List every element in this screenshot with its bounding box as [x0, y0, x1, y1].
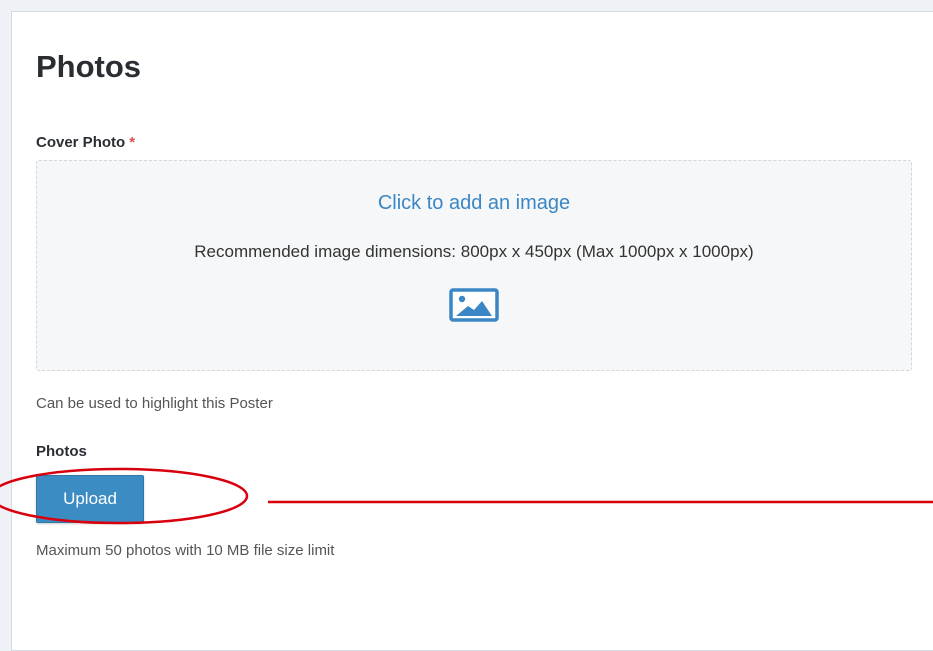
- photos-label: Photos: [36, 443, 87, 460]
- upload-button[interactable]: Upload: [36, 475, 144, 523]
- photos-help-text: Maximum 50 photos with 10 MB file size l…: [36, 542, 335, 559]
- page-title: Photos: [36, 49, 142, 84]
- cover-photo-label: Cover Photo *: [36, 134, 135, 152]
- cover-photo-label-text: Cover Photo: [36, 134, 126, 151]
- cover-photo-help-text: Can be used to highlight this Poster: [36, 395, 273, 412]
- image-icon[interactable]: [449, 288, 499, 322]
- add-image-link[interactable]: Click to add an image: [37, 191, 911, 215]
- required-asterisk: *: [129, 134, 136, 151]
- cover-photo-dropzone[interactable]: Click to add an image Recommended image …: [36, 160, 912, 371]
- recommended-dimensions-text: Recommended image dimensions: 800px x 45…: [194, 242, 754, 261]
